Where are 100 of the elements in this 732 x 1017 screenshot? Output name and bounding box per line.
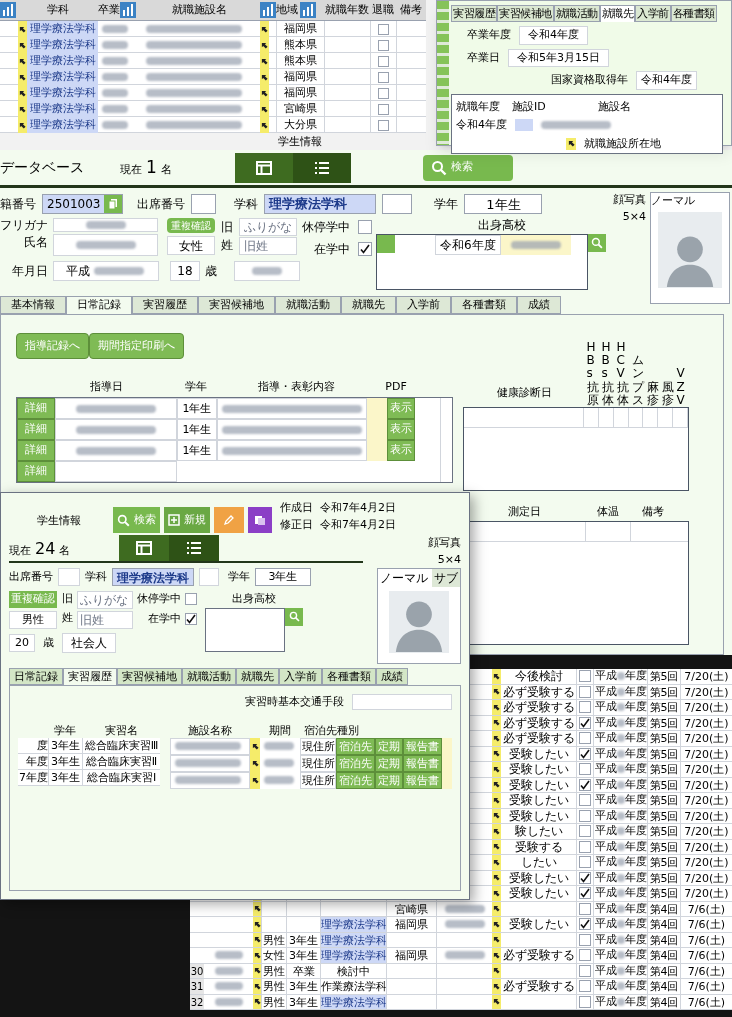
grade-field[interactable]: 3年生 xyxy=(255,568,311,586)
old-furigana-field[interactable]: ふりがな xyxy=(77,591,133,609)
person-silhouette-icon xyxy=(658,211,722,288)
tab[interactable]: 基本情報 xyxy=(0,296,66,314)
tab[interactable]: 入学前 xyxy=(396,296,451,314)
checkbox[interactable] xyxy=(579,840,591,853)
column-header: 卒業 xyxy=(98,1,120,18)
tab[interactable]: 就職活動 xyxy=(553,5,600,22)
tab[interactable]: 日常記録 xyxy=(66,296,132,314)
checkbox[interactable] xyxy=(579,778,591,791)
checkbox[interactable] xyxy=(579,747,591,760)
dropdown[interactable] xyxy=(382,194,413,214)
tab[interactable]: 就職先 xyxy=(599,5,635,22)
tab[interactable]: 入学前 xyxy=(635,5,671,22)
checkbox[interactable] xyxy=(579,949,591,962)
document-icon[interactable] xyxy=(248,507,272,533)
tab[interactable]: 実習候補地 xyxy=(117,668,182,685)
furigana-field[interactable] xyxy=(53,218,159,232)
checkbox[interactable] xyxy=(579,685,591,698)
tab[interactable]: 実習候補地 xyxy=(497,5,554,22)
checkbox[interactable] xyxy=(378,23,389,35)
column-header: 退職 xyxy=(371,1,395,18)
table-cell: 必ず受験する xyxy=(502,715,576,730)
checkbox[interactable] xyxy=(579,871,591,884)
tab[interactable]: 就職先 xyxy=(236,668,279,685)
age-field[interactable]: 20 xyxy=(9,633,35,653)
checkbox[interactable] xyxy=(579,809,591,822)
blurred-text xyxy=(264,776,294,784)
tab[interactable]: 各種書類 xyxy=(322,668,376,685)
checkbox[interactable] xyxy=(579,980,591,993)
tab[interactable]: 実習履歴 xyxy=(63,668,117,685)
list-icon xyxy=(186,541,202,555)
tab[interactable]: 成績 xyxy=(517,296,561,314)
department-dropdown[interactable]: 理学療法学科 xyxy=(112,568,194,586)
tab[interactable]: 実習候補地 xyxy=(198,296,275,314)
checkbox[interactable] xyxy=(358,242,372,256)
old-furigana-field[interactable]: ふりがな xyxy=(239,218,297,236)
name-field[interactable] xyxy=(53,234,159,256)
school-field[interactable] xyxy=(205,607,285,652)
tab[interactable]: サブ xyxy=(432,569,460,587)
transport-field[interactable] xyxy=(352,694,452,711)
school-field[interactable]: 令和6年度 xyxy=(376,234,588,290)
tab[interactable]: 就職先 xyxy=(341,296,396,314)
checkbox[interactable] xyxy=(378,103,389,115)
card-view-button[interactable] xyxy=(235,152,293,183)
tab[interactable]: 各種書類 xyxy=(451,296,517,314)
age-field[interactable]: 18 xyxy=(170,261,200,281)
attendance-field[interactable] xyxy=(191,194,217,214)
checkbox[interactable] xyxy=(579,933,591,946)
checkbox[interactable] xyxy=(579,732,591,745)
card-view-button[interactable] xyxy=(119,535,169,561)
bar-chart-icon[interactable] xyxy=(0,2,16,18)
checkbox[interactable] xyxy=(358,220,372,234)
checkbox[interactable] xyxy=(579,701,591,714)
checkbox[interactable] xyxy=(579,995,591,1008)
tab[interactable]: 就職活動 xyxy=(182,668,236,685)
checkbox[interactable] xyxy=(378,87,389,99)
grade-field[interactable]: 1年生 xyxy=(464,194,543,214)
occupation-field[interactable] xyxy=(234,261,300,281)
old-name-field[interactable]: 旧姓 xyxy=(239,237,297,255)
checkbox[interactable] xyxy=(579,902,591,915)
checkbox[interactable] xyxy=(378,55,389,67)
bar-chart-icon[interactable] xyxy=(260,2,276,18)
checkbox[interactable] xyxy=(579,794,591,807)
checkbox[interactable] xyxy=(579,763,591,776)
list-view-button[interactable] xyxy=(293,152,351,183)
checkbox[interactable] xyxy=(378,71,389,83)
app-title: データベース xyxy=(0,158,85,177)
tab[interactable]: 実習履歴 xyxy=(451,5,497,22)
checkbox[interactable] xyxy=(579,716,591,729)
checkbox[interactable] xyxy=(579,918,591,931)
occupation-field[interactable]: 社会人 xyxy=(62,633,116,653)
count-label: 名 xyxy=(160,161,172,178)
tab[interactable]: 実習履歴 xyxy=(132,296,198,314)
checkbox[interactable] xyxy=(579,887,591,900)
tab[interactable]: ノーマル xyxy=(651,193,695,210)
copy-icon[interactable] xyxy=(104,195,123,213)
birthdate-field[interactable]: 平成 xyxy=(53,261,159,281)
bar-chart-icon[interactable] xyxy=(300,2,316,18)
checkbox[interactable] xyxy=(579,825,591,838)
checkbox[interactable] xyxy=(579,964,591,977)
attendance-field[interactable] xyxy=(58,568,80,586)
tab[interactable]: 各種書類 xyxy=(670,5,717,22)
list-view-button[interactable] xyxy=(169,535,219,561)
old-name-field[interactable]: 旧姓 xyxy=(77,611,133,629)
checkbox[interactable] xyxy=(378,119,389,131)
column-header: PDF xyxy=(384,378,408,395)
bar-chart-icon[interactable] xyxy=(120,2,136,18)
student-id-field[interactable]: 2501003 xyxy=(42,194,124,214)
checkbox[interactable] xyxy=(185,593,197,606)
tab[interactable]: 成績 xyxy=(376,668,408,685)
tab[interactable]: 就職活動 xyxy=(275,296,341,314)
tab[interactable]: 入学前 xyxy=(279,668,322,685)
table-cell: 7/20(土) xyxy=(680,777,732,792)
tab[interactable]: 日常記録 xyxy=(9,668,63,685)
checkbox[interactable] xyxy=(579,856,591,869)
checkbox[interactable] xyxy=(378,39,389,51)
checkbox[interactable] xyxy=(579,670,591,683)
checkbox[interactable] xyxy=(185,612,197,625)
department-dropdown[interactable]: 理学療法学科 xyxy=(264,194,377,214)
